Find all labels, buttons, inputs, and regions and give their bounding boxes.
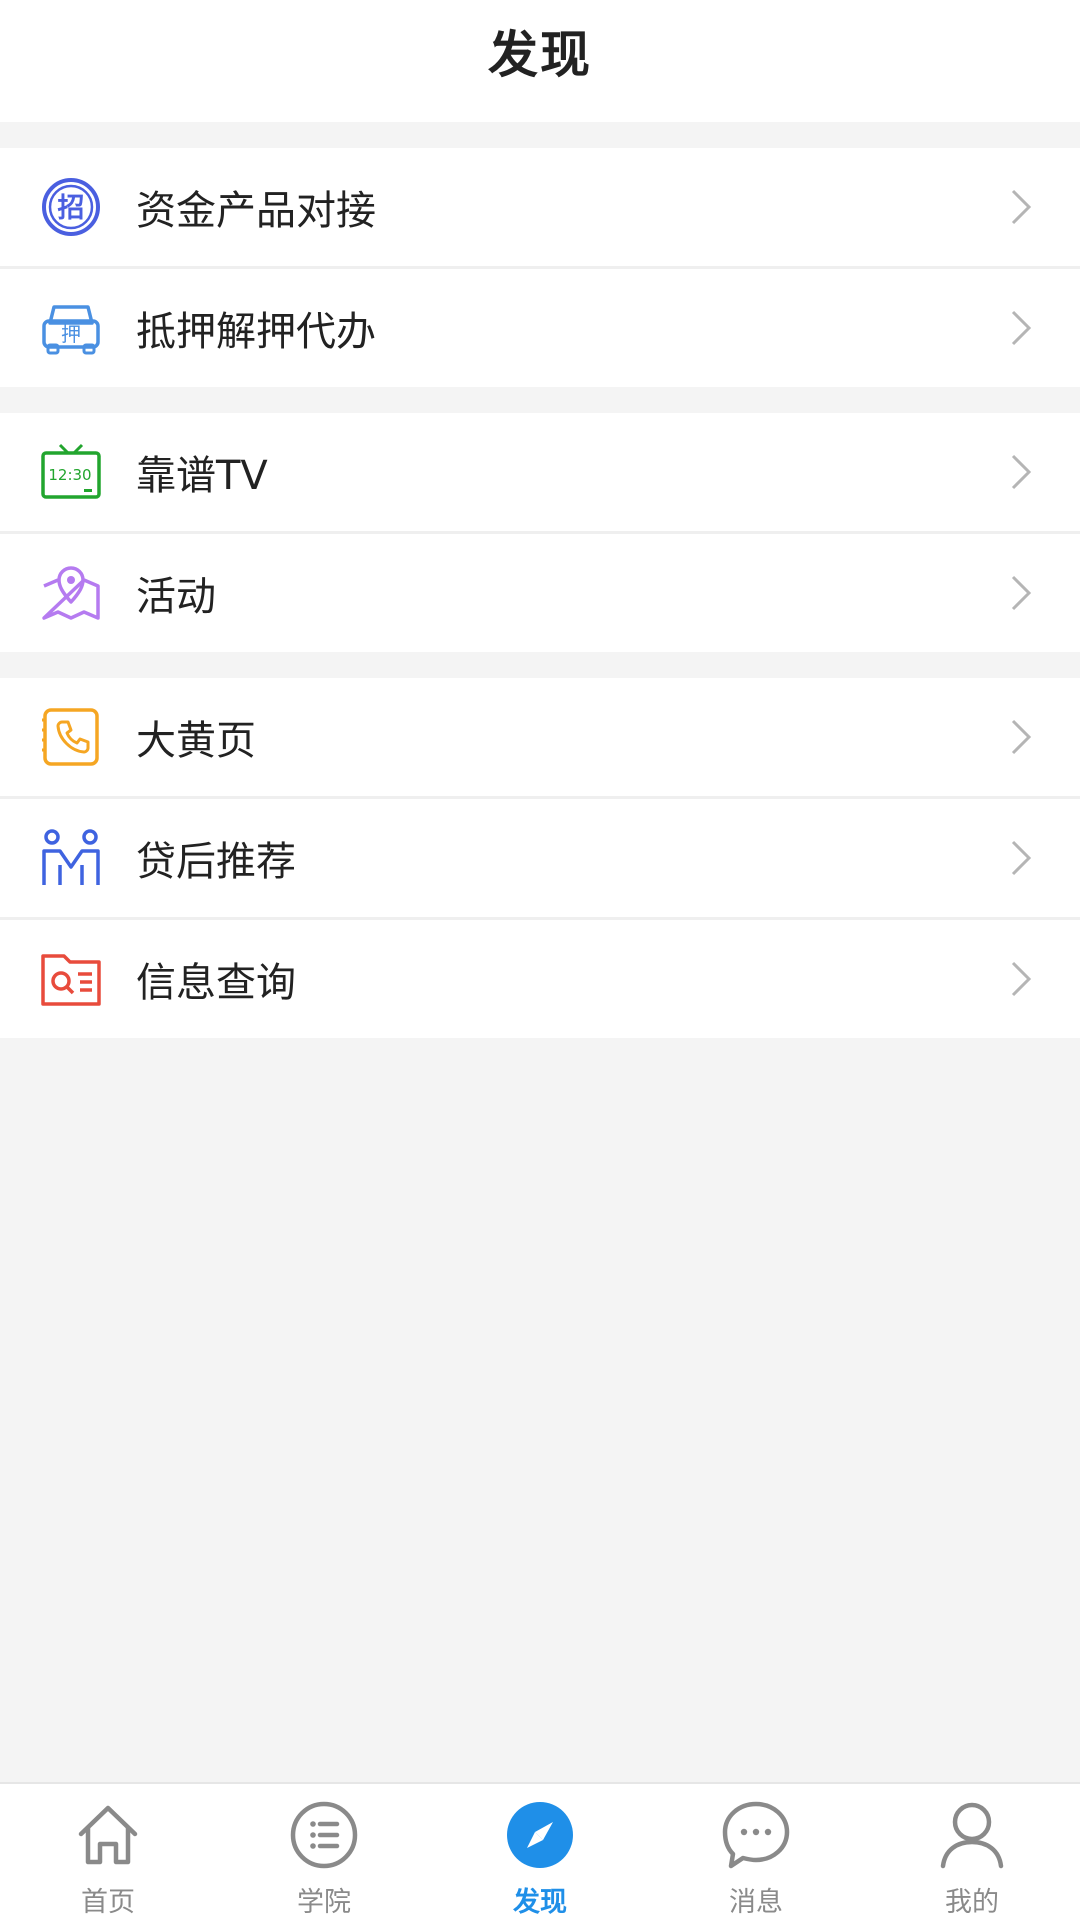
menu-item-label: 资金产品对接 xyxy=(136,188,376,234)
map-pin-icon xyxy=(40,562,102,624)
svg-text:招: 招 xyxy=(58,193,85,224)
chevron-right-icon xyxy=(1010,839,1032,877)
menu-item-fund-products[interactable]: 招 资金产品对接 xyxy=(0,148,1080,269)
chat-icon xyxy=(721,1800,791,1870)
folder-search-icon xyxy=(40,948,102,1010)
page-title: 发现 xyxy=(488,26,592,84)
tab-home[interactable]: 首页 xyxy=(0,1784,216,1920)
tab-academy[interactable]: 学院 xyxy=(216,1784,432,1920)
menu-item-label: 活动 xyxy=(136,574,216,620)
chevron-right-icon xyxy=(1010,718,1032,756)
tv-icon: 12:30 xyxy=(40,441,102,503)
menu-item-mortgage-agency[interactable]: 押 抵押解押代办 xyxy=(0,269,1080,387)
menu-group-2: 12:30 靠谱TV 活动 xyxy=(0,413,1080,652)
menu-item-activity[interactable]: 活动 xyxy=(0,534,1080,652)
bottom-tab-bar: 首页 学院 发现 消息 我的 xyxy=(0,1782,1080,1920)
menu-item-label: 贷后推荐 xyxy=(136,839,296,885)
tab-label: 我的 xyxy=(945,1887,999,1918)
svg-text:12:30: 12:30 xyxy=(48,466,91,484)
home-icon xyxy=(73,1800,143,1870)
compass-icon xyxy=(505,1800,575,1870)
chevron-right-icon xyxy=(1010,309,1032,347)
people-icon xyxy=(40,827,102,889)
menu-item-label: 信息查询 xyxy=(136,960,296,1006)
phone-book-icon xyxy=(40,706,102,768)
user-icon xyxy=(937,1800,1007,1870)
menu-item-yellow-pages[interactable]: 大黄页 xyxy=(0,678,1080,799)
menu-group-3: 大黄页 贷后推荐 信息查询 xyxy=(0,678,1080,1038)
svg-text:押: 押 xyxy=(61,322,81,346)
tab-discover[interactable]: 发现 xyxy=(432,1784,648,1920)
chevron-right-icon xyxy=(1010,574,1032,612)
car-mortgage-icon: 押 xyxy=(40,297,102,359)
header: 发现 xyxy=(0,0,1080,122)
tab-messages[interactable]: 消息 xyxy=(648,1784,864,1920)
menu-item-label: 靠谱TV xyxy=(136,453,268,499)
tab-label: 首页 xyxy=(81,1887,135,1918)
zhao-badge-icon: 招 xyxy=(40,176,102,238)
tab-label: 学院 xyxy=(297,1887,351,1918)
menu-item-post-loan[interactable]: 贷后推荐 xyxy=(0,799,1080,920)
chevron-right-icon xyxy=(1010,453,1032,491)
discover-page: 发现 招 资金产品对接 押 抵押解押代办 12:30 靠谱TV 活动 大黄页 贷… xyxy=(0,0,1080,1920)
tab-mine[interactable]: 我的 xyxy=(864,1784,1080,1920)
tab-label: 消息 xyxy=(729,1887,783,1918)
tab-label: 发现 xyxy=(513,1887,567,1918)
menu-item-label: 大黄页 xyxy=(136,718,256,764)
menu-item-info-query[interactable]: 信息查询 xyxy=(0,920,1080,1038)
menu-group-1: 招 资金产品对接 押 抵押解押代办 xyxy=(0,148,1080,387)
menu-item-kaopu-tv[interactable]: 12:30 靠谱TV xyxy=(0,413,1080,534)
chevron-right-icon xyxy=(1010,188,1032,226)
list-icon xyxy=(289,1800,359,1870)
menu-item-label: 抵押解押代办 xyxy=(136,309,376,355)
chevron-right-icon xyxy=(1010,960,1032,998)
